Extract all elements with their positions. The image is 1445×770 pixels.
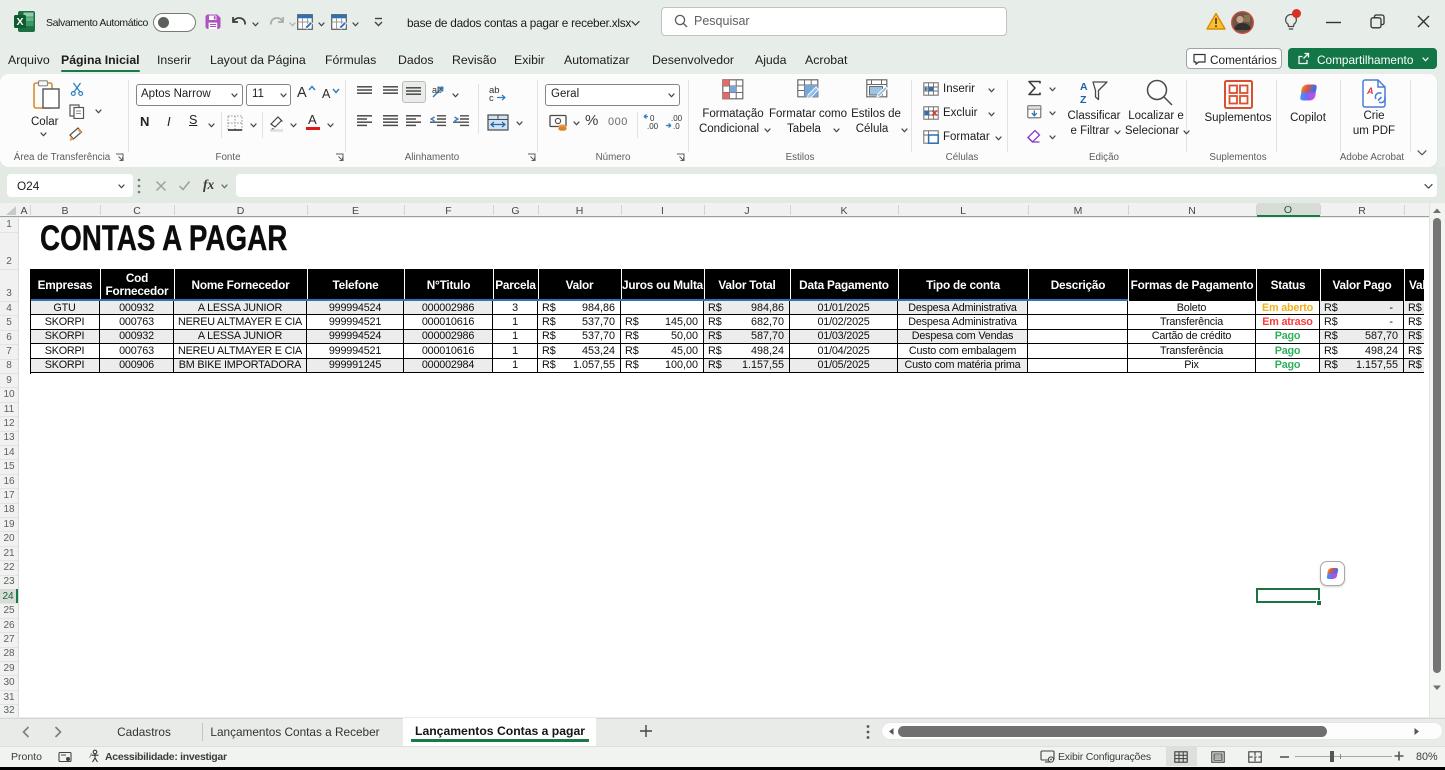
svg-text:X: X [16,16,23,28]
svg-text:ab: ab [432,85,442,95]
svg-text:Z: Z [1080,94,1087,105]
svg-text:.0: .0 [673,122,680,131]
svg-text:A: A [1366,86,1374,96]
svg-text:A: A [1080,81,1088,93]
svg-text:c: c [489,93,494,102]
svg-text:.00: .00 [647,122,659,131]
